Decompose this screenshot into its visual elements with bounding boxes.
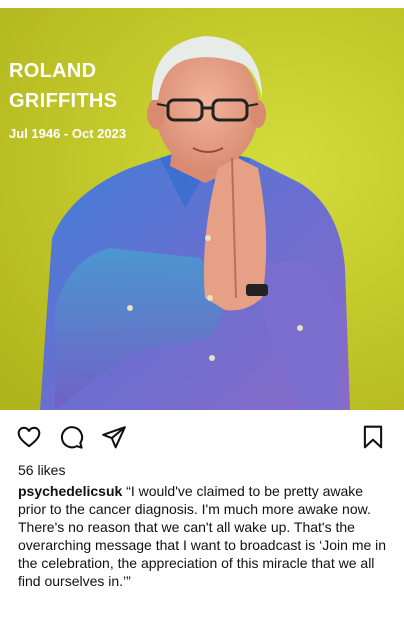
overlay-name: ROLAND GRIFFITHS (9, 56, 117, 116)
overlay-name-line1: ROLAND (9, 60, 97, 82)
share-icon[interactable] (101, 424, 127, 450)
caption-username[interactable]: psychedelicsuk (18, 483, 122, 499)
overlay-name-line2: GRIFFITHS (9, 90, 118, 112)
bookmark-icon[interactable] (360, 424, 386, 450)
overlay-dates: Jul 1946 - Oct 2023 (9, 126, 127, 141)
likes-count[interactable]: 56 likes (18, 462, 65, 478)
post-caption: psychedelicsuk “I would've claimed to be… (18, 482, 392, 590)
heart-icon[interactable] (16, 424, 42, 450)
post-actions-bar (0, 420, 404, 452)
post-image[interactable]: ROLAND GRIFFITHS Jul 1946 - Oct 2023 (0, 8, 404, 410)
comment-icon[interactable] (58, 424, 84, 450)
